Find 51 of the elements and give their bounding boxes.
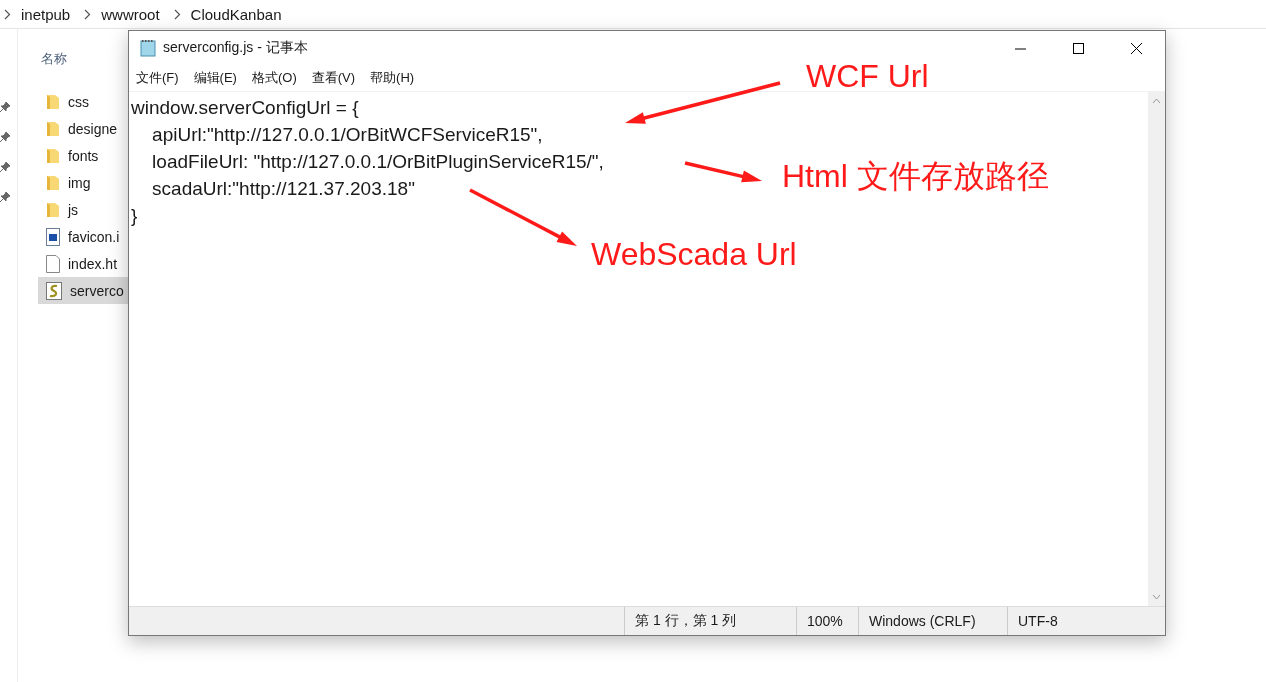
- script-file-icon: [46, 281, 62, 300]
- chevron-icon: [4, 8, 11, 20]
- code-line: loadFileUrl: "http://127.0.0.1/OrBitPluginServiceR15/",: [151, 150, 604, 174]
- pin-icon[interactable]: [0, 132, 10, 142]
- scroll-up-icon[interactable]: [1152, 98, 1161, 104]
- code-line: scadaUrl:"http://121.37.203.18": [151, 177, 415, 201]
- window-title: serverconfig.js - 记事本: [163, 39, 308, 57]
- breadcrumb-item[interactable]: CloudKanban: [190, 5, 282, 23]
- annotation-label: Html 文件存放路径: [782, 157, 1049, 196]
- folder-icon: [46, 174, 60, 191]
- menu-item[interactable]: 编辑(E): [193, 69, 237, 87]
- file-item[interactable]: designe: [38, 115, 128, 142]
- breadcrumb-item[interactable]: wwwroot: [101, 5, 160, 23]
- status-text: 第 1 行，第 1 列: [624, 607, 796, 635]
- close-icon: [1130, 42, 1142, 54]
- annotation-label: WCF Url: [806, 57, 929, 96]
- code-line: window.serverConfigUrl = {: [131, 96, 359, 120]
- menu-item[interactable]: 查看(V): [311, 69, 356, 87]
- notepad-icon: [139, 39, 157, 57]
- pin-icon[interactable]: [0, 102, 10, 112]
- pin-icon[interactable]: [0, 192, 10, 202]
- folder-icon: [46, 147, 60, 164]
- file-item[interactable]: serverco: [38, 277, 128, 304]
- column-header[interactable]: 名称: [41, 50, 67, 68]
- chevron-icon: [84, 8, 92, 20]
- pin-icon[interactable]: [0, 162, 10, 172]
- file-item[interactable]: favicon.i: [38, 223, 128, 250]
- chevron-icon: [173, 8, 181, 20]
- file-item[interactable]: index.ht: [38, 250, 128, 277]
- annotation-label: WebScada Url: [591, 235, 797, 274]
- file-item[interactable]: js: [38, 196, 128, 223]
- maximize-icon: [1072, 42, 1084, 54]
- folder-icon: [46, 201, 60, 218]
- file-item[interactable]: fonts: [38, 142, 128, 169]
- file-icon: [46, 254, 60, 273]
- status-text: UTF-8: [1007, 607, 1165, 635]
- scroll-down-icon[interactable]: [1152, 594, 1161, 600]
- folder-icon: [46, 120, 60, 137]
- image-file-icon: [46, 227, 60, 246]
- file-item[interactable]: img: [38, 169, 128, 196]
- menu-item[interactable]: 格式(O): [251, 69, 297, 87]
- code-line: apiUrl:"http://127.0.0.1/OrBitWCFServiceR15",: [151, 123, 543, 147]
- breadcrumb-item[interactable]: inetpub: [21, 5, 71, 23]
- status-text: Windows (CRLF): [858, 607, 1007, 635]
- menu-item[interactable]: 文件(F): [136, 69, 179, 87]
- code-line: }: [131, 204, 138, 228]
- menu-item[interactable]: 帮助(H): [370, 69, 415, 87]
- file-item[interactable]: css: [38, 88, 128, 115]
- folder-icon: [46, 93, 60, 110]
- vertical-scrollbar[interactable]: [1148, 92, 1165, 606]
- status-text: 100%: [796, 607, 858, 635]
